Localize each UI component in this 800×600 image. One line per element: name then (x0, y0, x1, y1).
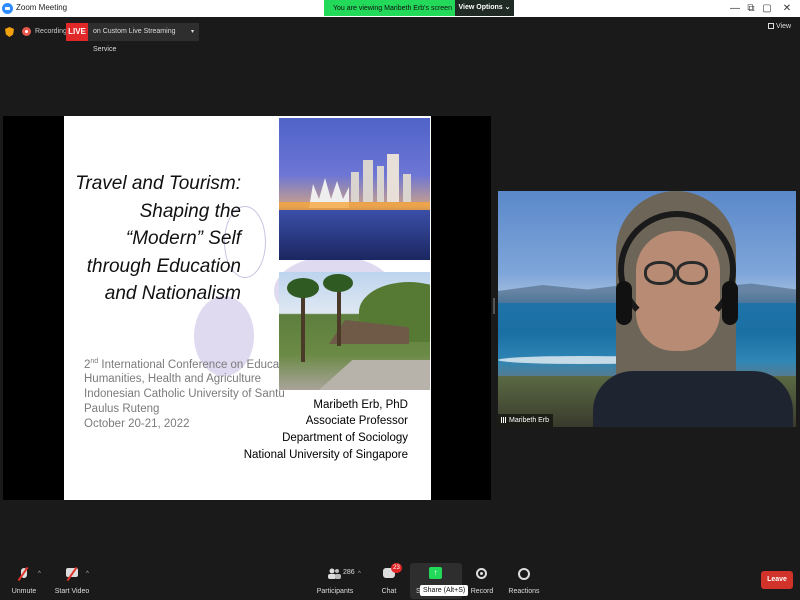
conference-date: October 20-21, 2022 (84, 418, 190, 430)
record-icon (476, 568, 487, 579)
record-label: Record (470, 588, 494, 595)
conference-line: Indonesian Catholic University of Santu (84, 388, 285, 400)
close-button[interactable]: ✕ (780, 2, 794, 15)
panel-resize-handle[interactable] (493, 298, 495, 314)
maximize-button[interactable]: ▢ (760, 2, 774, 15)
share-screen-icon: ↑ (429, 567, 442, 579)
participant-video[interactable] (498, 191, 796, 427)
restore-button[interactable]: ⧉ (744, 2, 758, 15)
slide-title-line: Travel and Tourism: (75, 173, 241, 194)
participants-label: Participants (316, 588, 354, 595)
recording-icon (22, 27, 31, 36)
smiley-icon (518, 568, 530, 580)
participant-name-tag: Maribeth Erb (498, 414, 554, 427)
participants-icon (328, 568, 341, 579)
minimize-button[interactable]: — (728, 2, 742, 15)
window-title: Zoom Meeting (16, 3, 68, 12)
author-line: National University of Singapore (243, 449, 408, 461)
slide-title-line: Shaping the (139, 200, 241, 222)
conference-line: Humanities, Health and Agriculture (84, 373, 262, 385)
participants-options-caret[interactable]: ^ (358, 571, 361, 577)
slide-title-line: and Nationalism (104, 283, 241, 304)
slide-title-line: through Education (86, 255, 241, 277)
chevron-down-icon: ▾ (190, 29, 194, 35)
stream-service-label: on Custom Live Streaming Service (93, 28, 176, 53)
participant-name: Maribeth Erb (509, 417, 550, 424)
author-line: Department of Sociology (282, 432, 408, 444)
view-button[interactable]: View (768, 23, 791, 30)
author-line: Maribeth Erb, PhD (313, 399, 408, 411)
conference-line: Paulus Ruteng (84, 403, 160, 415)
live-stream-service-dropdown[interactable]: on Custom Live Streaming Service ▾ (88, 23, 199, 53)
start-video-label: Start Video (54, 588, 90, 595)
view-options-button[interactable]: View Options ⌄ (455, 0, 514, 16)
conference-line: 2nd International Conference on Educatio… (84, 358, 301, 371)
singapore-skyline-photo (279, 118, 430, 260)
signal-bars-icon (501, 417, 507, 423)
audio-options-caret[interactable]: ^ (38, 571, 41, 577)
grid-icon (768, 23, 774, 29)
screen-share-banner: You are viewing Maribeth Erb's screen Vi… (324, 0, 514, 16)
live-badge: LIVE (66, 23, 88, 41)
conference-name: International Conference on Education, (98, 358, 301, 371)
reactions-label: Reactions (508, 588, 540, 595)
slide-title: Travel and Tourism: Shaping the “Modern”… (64, 170, 241, 308)
security-shield-icon[interactable] (5, 27, 14, 37)
share-tooltip: Share (Alt+S) (420, 585, 469, 596)
recording-label: Recording (35, 28, 67, 35)
participant-count: 286 (343, 569, 355, 576)
chat-label: Chat (381, 588, 397, 595)
unmute-label: Unmute (11, 588, 37, 595)
slide-title-line: “Modern” Self (125, 228, 241, 249)
zoom-logo-icon (2, 3, 13, 14)
share-banner-message: You are viewing Maribeth Erb's screen (333, 4, 452, 12)
video-options-caret[interactable]: ^ (86, 571, 89, 577)
author-line: Associate Professor (305, 415, 408, 427)
village-landscape-photo (279, 272, 430, 390)
view-button-label: View (776, 23, 792, 30)
leave-button[interactable]: Leave (761, 571, 793, 589)
chat-unread-badge: 23 (391, 563, 402, 573)
